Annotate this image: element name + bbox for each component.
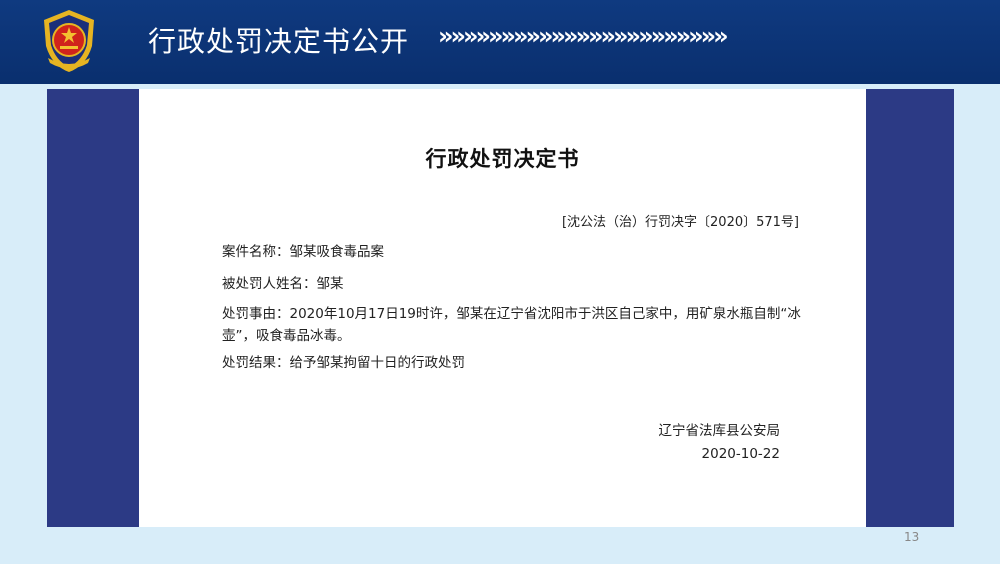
police-emblem-icon [44,10,94,72]
issue-date: 2020-10-22 [701,446,780,462]
document-title: 行政处罚决定书 [425,147,580,171]
person-field: 被处罚人姓名：邹某 [222,273,808,295]
reason-label: 处罚事由： [222,306,290,322]
result-field: 处罚结果：给予邹某拘留十日的行政处罚 [222,352,808,374]
issuing-authority: 辽宁省法库县公安局 [658,423,781,439]
result-label: 处罚结果： [222,355,290,371]
decorative-chevrons: »»»»»»»»»»»»»»»»»»»»»»» [438,22,729,50]
page-title: 行政处罚决定书公开 [148,25,410,58]
reason-field: 处罚事由：2020年10月17日19时许，邹某在辽宁省沈阳市于洪区自己家中，用矿… [222,303,808,347]
reason-value: 2020年10月17日19时许，邹某在辽宁省沈阳市于洪区自己家中，用矿泉水瓶自制… [222,306,801,344]
case-name-label: 案件名称： [222,244,290,260]
person-value: 邹某 [316,276,344,292]
header-bar: 行政处罚决定书公开 »»»»»»»»»»»»»»»»»»»»»»» [0,0,1000,84]
document-paper: 行政处罚决定书 [沈公法（治）行罚决字〔2020〕571号] 案件名称：邹某吸食… [139,89,866,527]
page-number: 13 [904,530,920,544]
case-name-field: 案件名称：邹某吸食毒品案 [222,241,808,263]
document-number: [沈公法（治）行罚决字〔2020〕571号] [561,215,799,230]
case-name-value: 邹某吸食毒品案 [289,244,385,260]
result-value: 给予邹某拘留十日的行政处罚 [289,355,466,371]
person-label: 被处罚人姓名： [222,276,317,292]
